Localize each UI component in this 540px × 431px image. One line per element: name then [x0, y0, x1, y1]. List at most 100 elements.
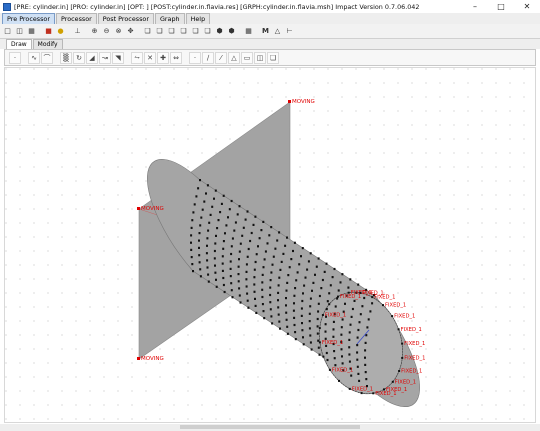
maximize-button[interactable]: □	[488, 0, 514, 13]
mesh-node	[325, 262, 328, 265]
mesh-node	[285, 289, 288, 292]
measure-icon[interactable]: ⊥	[72, 26, 83, 37]
close-button[interactable]: ✕	[514, 0, 540, 13]
mesh-node	[341, 273, 344, 276]
rim-node	[328, 368, 331, 371]
new-file-icon[interactable]: □	[2, 26, 13, 37]
mesh-node	[254, 260, 257, 264]
draw-toolbar: · ∿ ⌒ ▒ ↻ ◢ ↝ ◥ ⥊ ✕ ✚ ⇔ · ∕ ⁄ △ ▭ ◫ ❏	[4, 49, 536, 66]
fixed-label: FIXED_1	[375, 391, 396, 397]
mesh-node	[227, 216, 229, 219]
tab-draw[interactable]: Draw	[6, 39, 32, 49]
zoom-in-icon[interactable]: ⊕	[89, 26, 100, 37]
tab-processor[interactable]: Processor	[55, 13, 97, 24]
mesh-node	[230, 252, 233, 256]
extrude-icon[interactable]: ◢	[86, 51, 98, 64]
toolbar-separator	[38, 26, 42, 37]
curve-icon[interactable]: ∿	[28, 51, 40, 64]
view-3d-icon[interactable]: ⬢	[226, 26, 237, 37]
view-front-icon[interactable]: ❏	[142, 26, 153, 37]
mesh-node	[300, 307, 303, 310]
rectangle-icon[interactable]: ▭	[241, 51, 253, 64]
mode-m-icon[interactable]: M	[260, 26, 271, 37]
tab-graph[interactable]: Graph	[154, 13, 185, 24]
view-iso-icon[interactable]: ⬢	[214, 26, 225, 37]
fixed-label: FIXED_1	[325, 313, 346, 319]
mesh-node	[317, 346, 320, 349]
view-left-icon[interactable]: ❏	[166, 26, 177, 37]
element-icon[interactable]: ◫	[254, 51, 266, 64]
open-folder-icon[interactable]: ◫	[14, 26, 25, 37]
mesh-node	[340, 348, 343, 351]
mesh-node	[340, 326, 343, 329]
mesh-node	[262, 266, 265, 269]
line-icon[interactable]: ∕	[202, 51, 214, 64]
triangle-element-icon[interactable]: △	[228, 51, 240, 64]
pan-icon[interactable]: ✥	[125, 26, 136, 37]
mesh-node	[302, 343, 305, 346]
mesh-node	[341, 362, 344, 365]
view-back-icon[interactable]: ❏	[154, 26, 165, 37]
view-top-icon[interactable]: ❏	[190, 26, 201, 37]
mesh-node	[233, 229, 236, 232]
render-icon[interactable]: ●	[55, 26, 66, 37]
mesh-icon[interactable]: ■	[43, 26, 54, 37]
mirror-icon[interactable]: ⇔	[170, 51, 182, 64]
horizontal-scroll-thumb[interactable]	[180, 425, 360, 429]
toolbar-separator	[54, 52, 59, 64]
copy-icon[interactable]: ✚	[157, 51, 169, 64]
mesh-node	[293, 316, 296, 319]
mesh-node	[231, 296, 234, 299]
save-icon[interactable]: ▦	[26, 26, 37, 37]
arc-icon[interactable]: ⌒	[41, 51, 53, 64]
revolve-icon[interactable]: ↻	[73, 51, 85, 64]
mesh-node	[293, 241, 296, 244]
node-icon[interactable]: ▦	[243, 26, 254, 37]
mesh-node	[255, 311, 258, 314]
sweep-icon[interactable]: ↝	[99, 51, 111, 64]
solid-icon[interactable]: ❏	[267, 51, 279, 64]
loft-icon[interactable]: ◥	[112, 51, 124, 64]
mesh-node	[340, 333, 343, 336]
tab-pre-processor[interactable]: Pre Processor	[2, 13, 55, 24]
viewport-canvas[interactable]: MOVING MOVING MOVING FIXED_1 FIXED_1 FIXED…	[4, 67, 536, 423]
mesh-node	[198, 246, 200, 249]
mesh-node	[365, 378, 368, 381]
point-icon[interactable]: ·	[9, 51, 21, 64]
tab-help[interactable]: Help	[185, 13, 211, 24]
mesh-node	[254, 215, 257, 218]
mesh-node	[261, 281, 264, 284]
mesh-node	[332, 320, 335, 323]
mesh-node	[369, 310, 372, 313]
mesh-node	[363, 296, 366, 300]
minimize-button[interactable]: –	[462, 0, 488, 13]
slash-icon[interactable]: ⁄	[215, 51, 227, 64]
mesh-node	[190, 256, 193, 259]
mesh-node	[320, 287, 323, 290]
mesh-node	[199, 275, 202, 278]
mesh-node	[261, 295, 264, 299]
mesh-node	[230, 282, 233, 285]
mesh-node	[239, 242, 242, 245]
tab-post-processor[interactable]: Post Processor	[97, 13, 154, 24]
node-point-icon[interactable]: ·	[189, 51, 201, 64]
mesh-node	[192, 270, 194, 273]
mesh-node	[293, 323, 296, 327]
triangle-icon[interactable]: △	[272, 26, 283, 37]
mesh-node	[236, 213, 239, 216]
surface-icon[interactable]: ▒	[60, 51, 72, 64]
mesh-node	[225, 224, 228, 227]
mesh-node	[371, 302, 374, 305]
mesh-node	[190, 226, 193, 229]
axis-icon[interactable]: ⊢	[284, 26, 295, 37]
cross-icon[interactable]: ✕	[144, 51, 156, 64]
tab-modify[interactable]: Modify	[32, 39, 63, 49]
zoom-window-icon[interactable]: ⊗	[113, 26, 124, 37]
mesh-node	[341, 355, 343, 358]
view-bottom-icon[interactable]: ❏	[202, 26, 213, 37]
zoom-out-icon[interactable]: ⊖	[101, 26, 112, 37]
mesh-node	[255, 253, 258, 256]
split-icon[interactable]: ⥊	[131, 51, 143, 64]
moving-marker-top	[288, 100, 291, 103]
view-right-icon[interactable]: ❏	[178, 26, 189, 37]
